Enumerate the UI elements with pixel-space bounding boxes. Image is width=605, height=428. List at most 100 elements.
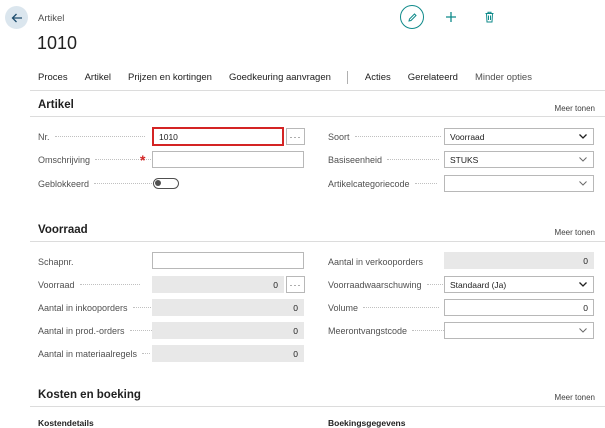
basiseenheid-value: STUKS — [450, 154, 479, 165]
back-button[interactable] — [5, 6, 28, 29]
omschrijving-input[interactable] — [152, 151, 304, 168]
menu-gerelateerd[interactable]: Gerelateerd — [408, 72, 458, 83]
geblokkeerd-label-text: Geblokkeerd — [38, 178, 90, 189]
delete-button[interactable] — [481, 9, 497, 25]
meerontvangst-label: Meerontvangstcode — [328, 322, 445, 339]
omschrijving-label: Omschrijving — [38, 151, 156, 168]
toggle-knob — [155, 180, 161, 186]
label-leader — [132, 307, 151, 308]
label-leader — [94, 183, 155, 184]
omschrijving-label-text: Omschrijving — [38, 154, 91, 165]
chevron-down-icon — [578, 326, 588, 336]
meerontvangstcode-select[interactable] — [444, 322, 594, 339]
voorraadwaarschuwing-value: Standaard (Ja) — [450, 279, 507, 290]
materiaalregels-value: 0 — [152, 345, 304, 362]
voorraadwaarschuwing-select[interactable]: Standaard (Ja) — [444, 276, 594, 293]
divider — [30, 406, 605, 407]
label-leader — [354, 136, 441, 137]
materiaalregels-label: Aantal in materiaalregels — [38, 345, 151, 362]
label-leader — [412, 330, 445, 331]
arrow-left-icon — [11, 13, 22, 22]
artikel-show-more[interactable]: Meer tonen — [555, 104, 595, 113]
nr-input[interactable]: 1010 — [152, 127, 284, 146]
chevron-down-icon — [578, 132, 588, 142]
label-leader — [54, 136, 145, 137]
geblokkeerd-label: Geblokkeerd — [38, 175, 155, 192]
kosten-show-more[interactable]: Meer tonen — [555, 393, 595, 402]
required-indicator: * — [140, 152, 146, 168]
nr-label: Nr. — [38, 128, 145, 145]
materiaalregels-label-text: Aantal in materiaalregels — [38, 348, 138, 359]
page-title: 1010 — [37, 33, 78, 53]
soort-value: Voorraad — [450, 131, 485, 142]
volume-input[interactable]: 0 — [444, 299, 594, 316]
voorraad-label-text: Voorraad — [38, 279, 75, 290]
edit-button[interactable] — [400, 5, 424, 29]
schapnr-label: Schapnr. — [38, 253, 74, 270]
voorraad-value: 0 — [152, 276, 284, 293]
waarschuwing-label: Voorraadwaarschuwing — [328, 276, 443, 293]
label-leader — [129, 330, 154, 331]
menu-goedkeuring-aanvragen[interactable]: Goedkeuring aanvragen — [229, 72, 331, 83]
waarschuwing-label-text: Voorraadwaarschuwing — [328, 279, 422, 290]
chevron-down-icon — [578, 179, 588, 189]
verkooporders-value: 0 — [444, 252, 594, 269]
section-title-voorraad: Voorraad — [38, 224, 88, 236]
chevron-down-icon — [578, 280, 588, 290]
chevron-down-icon — [578, 155, 588, 165]
divider — [30, 90, 605, 91]
divider — [30, 116, 605, 117]
prodorders-value: 0 — [152, 322, 304, 339]
label-leader — [426, 284, 443, 285]
artikelcategoriecode-label: Artikelcategoriecode — [328, 175, 437, 192]
nr-lookup-button[interactable]: ··· — [286, 128, 305, 145]
nr-label-text: Nr. — [38, 131, 50, 142]
geblokkeerd-toggle[interactable] — [153, 178, 179, 189]
inkooporders-value: 0 — [152, 299, 304, 316]
subsection-kostendetails: Kostendetails — [38, 418, 94, 428]
pencil-icon — [407, 12, 417, 22]
voorraad-label: Voorraad — [38, 276, 140, 293]
entity-type: Artikel — [38, 13, 65, 24]
basiseenheid-select[interactable]: STUKS — [444, 151, 594, 168]
meerontvangst-label-text: Meerontvangstcode — [328, 325, 408, 336]
volume-label-text: Volume — [328, 302, 359, 313]
soort-label: Soort — [328, 128, 441, 145]
basiseenheid-label-text: Basiseenheid — [328, 154, 383, 165]
section-title-kosten-en-boeking: Kosten en boeking — [38, 389, 141, 401]
divider — [30, 241, 605, 242]
schapnr-label-text: Schapnr. — [38, 256, 74, 267]
section-title-artikel: Artikel — [38, 99, 74, 111]
verkooporders-label: Aantal in verkooporders — [328, 253, 423, 270]
prodorders-label: Aantal in prod.-orders — [38, 322, 154, 339]
menu-prijzen-en-kortingen[interactable]: Prijzen en kortingen — [128, 72, 212, 83]
artikelcategoriecode-label-text: Artikelcategoriecode — [328, 178, 410, 189]
artikelcategoriecode-select[interactable] — [444, 175, 594, 192]
label-leader — [95, 159, 156, 160]
menu-proces[interactable]: Proces — [38, 72, 68, 83]
menu-minder-opties[interactable]: Minder opties — [475, 72, 532, 83]
schapnr-input[interactable] — [152, 252, 304, 269]
action-bar: Proces Artikel Prijzen en kortingen Goed… — [38, 70, 549, 84]
soort-select[interactable]: Voorraad — [444, 128, 594, 145]
inkooporders-label-text: Aantal in inkooporders — [38, 302, 128, 313]
label-leader — [79, 284, 140, 285]
plus-icon — [446, 12, 456, 22]
label-leader — [142, 353, 151, 354]
voorraad-lookup-button[interactable]: ··· — [286, 276, 305, 293]
volume-label: Volume — [328, 299, 440, 316]
prodorders-label-text: Aantal in prod.-orders — [38, 325, 125, 336]
voorraad-show-more[interactable]: Meer tonen — [555, 228, 595, 237]
basiseenheid-label: Basiseenheid — [328, 151, 440, 168]
label-leader — [363, 307, 440, 308]
trash-icon — [485, 11, 493, 23]
menu-artikel[interactable]: Artikel — [85, 72, 111, 83]
menu-acties[interactable]: Acties — [365, 72, 391, 83]
verkooporders-label-text: Aantal in verkooporders — [328, 256, 424, 267]
label-leader — [387, 159, 440, 160]
inkooporders-label: Aantal in inkooporders — [38, 299, 151, 316]
subsection-boekingsgegevens: Boekingsgegevens — [328, 418, 406, 428]
soort-label-text: Soort — [328, 131, 350, 142]
label-leader — [414, 183, 437, 184]
add-button[interactable] — [443, 9, 459, 25]
